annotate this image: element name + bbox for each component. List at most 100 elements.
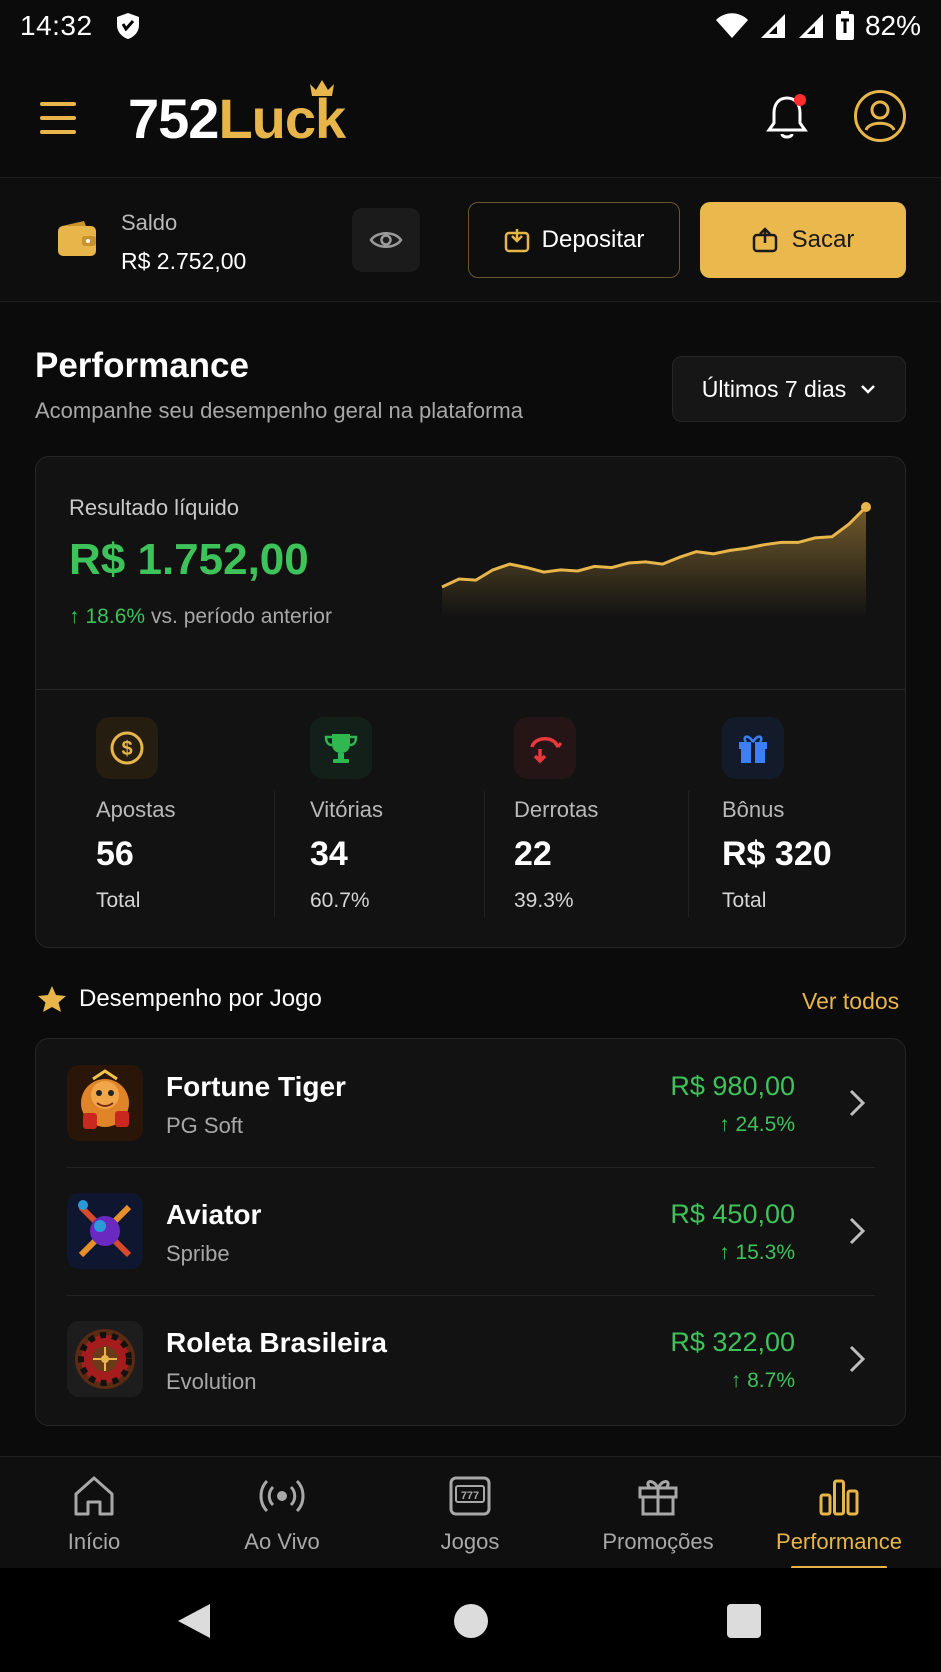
card-divider	[36, 689, 905, 690]
stat-divider	[688, 791, 689, 917]
signal-icon	[760, 14, 785, 38]
net-result-label: Resultado líquido	[69, 495, 240, 520]
chevron-down-icon	[861, 385, 876, 394]
page-subtitle: Acompanhe seu desempenho geral na plataf…	[35, 398, 523, 423]
profile-avatar-icon[interactable]	[854, 90, 906, 142]
nav-label: Ao Vivo	[244, 1529, 320, 1554]
status-right: 82%	[715, 10, 921, 42]
game-row-roleta-brasileira[interactable]: Roleta Brasileira Evolution R$ 322,00 ↑ …	[36, 1295, 907, 1423]
withdraw-icon	[752, 227, 777, 253]
app-header: 752Luck	[0, 52, 941, 178]
status-time: 14:32	[20, 10, 93, 41]
arrow-up-icon: ↑	[69, 605, 80, 628]
see-all-link[interactable]: Ver todos	[802, 988, 899, 1015]
net-result-sparkline	[441, 502, 871, 617]
period-value: Últimos 7 dias	[701, 375, 847, 402]
bar-chart-icon	[819, 1479, 859, 1516]
nav-label: Promoções	[602, 1529, 714, 1554]
stat-sub: Total	[96, 889, 141, 912]
game-change-value: 8.7%	[747, 1369, 795, 1392]
aviator-thumbnail	[67, 1193, 143, 1269]
stat-sub: Total	[722, 889, 767, 912]
deposit-button[interactable]: Depositar	[468, 202, 680, 278]
net-result-card: Resultado líquido R$ 1.752,00 ↑ 18.6% vs…	[35, 456, 906, 948]
game-row-aviator[interactable]: Aviator Spribe R$ 450,00 ↑ 15.3%	[36, 1167, 907, 1295]
stat-value: R$ 320	[722, 835, 832, 873]
svg-text:$: $	[121, 738, 132, 760]
withdraw-button[interactable]: Sacar	[700, 202, 906, 278]
nav-label: Início	[67, 1529, 121, 1554]
recents-button[interactable]	[727, 1604, 761, 1638]
stat-bets: $ Apostas 56 Total	[96, 717, 296, 927]
star-icon	[38, 986, 66, 1012]
stat-value: 22	[514, 835, 552, 873]
fortune-tiger-thumbnail	[67, 1065, 143, 1141]
stat-wins: Vitórias 34 60.7%	[310, 717, 510, 927]
stat-sub: 39.3%	[514, 889, 574, 912]
gift-icon	[638, 1480, 678, 1516]
wallet-icon	[58, 221, 96, 256]
period-select[interactable]: Últimos 7 dias	[672, 356, 906, 422]
game-change: ↑ 24.5%	[719, 1113, 795, 1136]
game-change: ↑ 15.3%	[719, 1241, 795, 1264]
game-name: Aviator	[166, 1199, 262, 1230]
balance-value: R$ 2.752,00	[121, 248, 247, 274]
eye-icon	[369, 232, 403, 248]
notification-dot	[794, 94, 806, 106]
game-name: Roleta Brasileira	[166, 1327, 387, 1358]
stat-sub: 60.7%	[310, 889, 370, 912]
nav-item-ao-vivo[interactable]: Ao Vivo	[188, 1457, 376, 1569]
back-icon[interactable]	[176, 1602, 212, 1640]
roulette-thumbnail	[67, 1321, 143, 1397]
chevron-right-icon	[849, 1089, 866, 1117]
net-change: ↑ 18.6% vs. período anterior	[69, 605, 332, 629]
balance-label: Saldo	[121, 210, 178, 235]
stat-value: 56	[96, 835, 134, 873]
page-title: Performance	[35, 346, 249, 385]
stat-label: Vitórias	[310, 797, 383, 822]
balance-bar: Saldo R$ 2.752,00 Depositar Sacar	[0, 178, 941, 302]
net-change-percent: 18.6%	[85, 605, 146, 628]
deposit-icon	[504, 229, 529, 253]
deposit-label: Depositar	[541, 226, 645, 253]
menu-icon[interactable]	[36, 102, 80, 134]
game-provider: Spribe	[166, 1241, 230, 1266]
nav-item-inicio[interactable]: Início	[0, 1457, 188, 1569]
nav-label: Jogos	[440, 1529, 500, 1554]
bottom-nav: Início Ao Vivo 777 Jogos Promoções Perfo…	[0, 1456, 941, 1569]
games-section-title: Desempenho por Jogo	[79, 985, 322, 1012]
dollar-coin-icon: $	[96, 717, 158, 779]
svg-text:777: 777	[461, 1490, 479, 1502]
nav-item-performance[interactable]: Performance	[745, 1457, 933, 1569]
stat-bonus: Bônus R$ 320 Total	[722, 717, 905, 927]
toggle-visibility-button[interactable]	[352, 208, 420, 272]
signal-icon-2	[798, 14, 823, 38]
game-provider: PG Soft	[166, 1113, 244, 1138]
game-provider: Evolution	[166, 1369, 257, 1394]
trophy-icon	[310, 717, 372, 779]
notification-bell-icon[interactable]	[764, 92, 810, 142]
chevron-right-icon	[849, 1345, 866, 1373]
games-list: Fortune Tiger PG Soft R$ 980,00 ↑ 24.5% …	[35, 1038, 906, 1426]
shield-icon	[116, 13, 139, 39]
loss-arrow-icon	[514, 717, 576, 779]
nav-label: Performance	[776, 1529, 902, 1554]
nav-item-promocoes[interactable]: Promoções	[564, 1457, 752, 1569]
system-nav-bar	[0, 1568, 941, 1672]
battery-percent: 82%	[864, 10, 921, 41]
chevron-right-icon	[849, 1217, 866, 1245]
game-amount: R$ 980,00	[670, 1071, 795, 1101]
nav-item-jogos[interactable]: 777 Jogos	[376, 1457, 564, 1569]
gift-icon	[722, 717, 784, 779]
net-change-text: vs. período anterior	[151, 605, 332, 628]
game-change-value: 24.5%	[735, 1113, 795, 1136]
game-row-fortune-tiger[interactable]: Fortune Tiger PG Soft R$ 980,00 ↑ 24.5%	[36, 1039, 907, 1167]
status-bar: 14:32 82%	[0, 0, 941, 52]
game-amount: R$ 322,00	[670, 1327, 795, 1357]
slot-machine-icon: 777	[449, 1476, 491, 1516]
logo-number: 752	[128, 87, 219, 150]
home-icon	[74, 1476, 114, 1516]
game-amount: R$ 450,00	[670, 1199, 795, 1229]
stat-label: Apostas	[96, 797, 176, 822]
home-button[interactable]	[454, 1604, 488, 1638]
